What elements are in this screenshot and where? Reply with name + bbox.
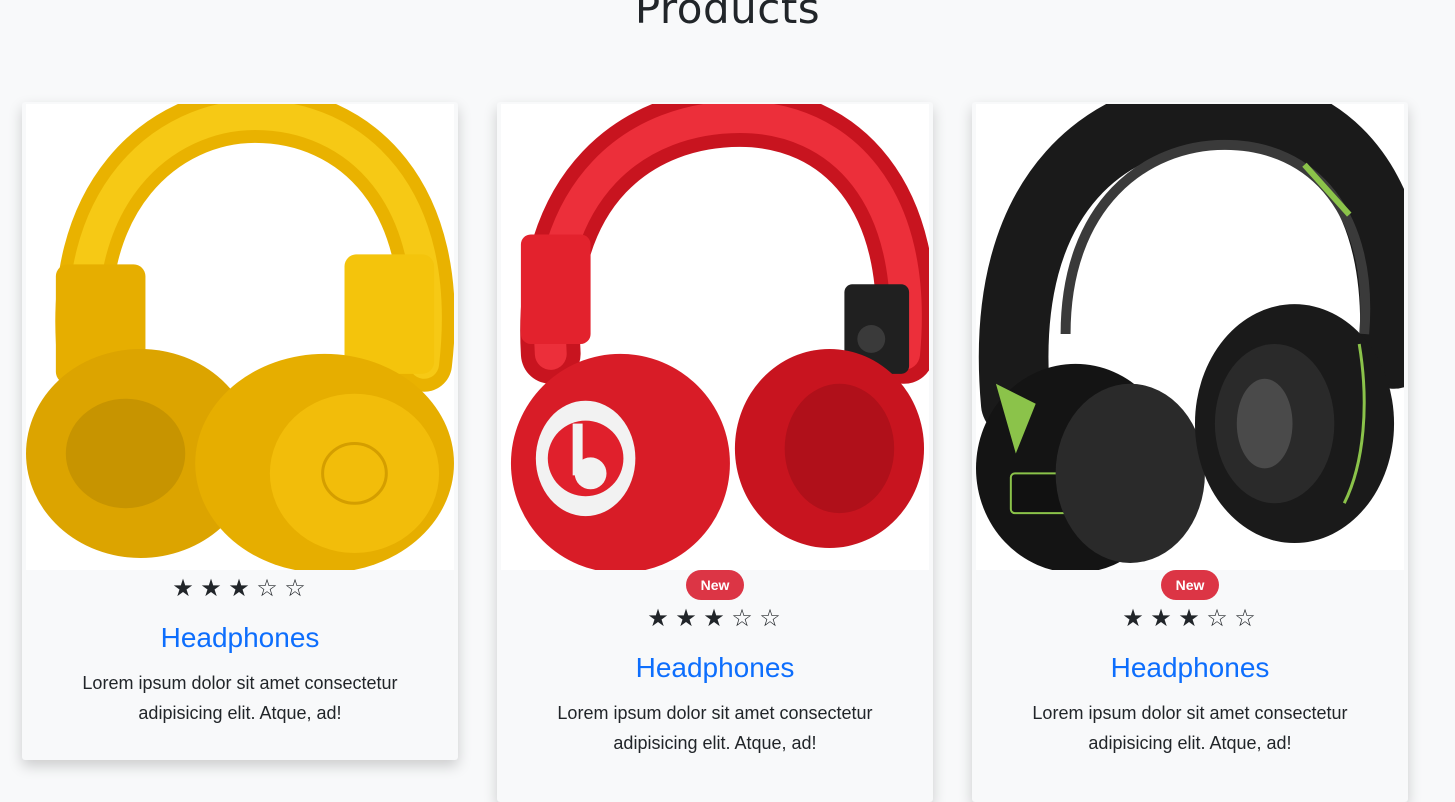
star-filled-icon: ★ [172, 574, 196, 602]
star-empty-icon: ☆ [759, 604, 783, 632]
product-image[interactable] [501, 104, 929, 570]
product-description: Lorem ipsum dolor sit amet consectetur a… [82, 673, 398, 723]
star-filled-icon: ★ [1178, 604, 1202, 632]
headphones-image [510, 104, 929, 570]
product-title-link[interactable]: Headphones [636, 652, 795, 683]
rating-stars: ★ ★ ★ ☆ ☆ [972, 604, 1408, 632]
star-filled-icon: ★ [647, 604, 671, 632]
headphones-image [976, 104, 1404, 570]
star-empty-icon: ☆ [1206, 604, 1230, 632]
product-card: New ★ ★ ★ ☆ ☆ Headphones Lorem ipsum dolor s… [972, 102, 1408, 802]
product-card: ★ ★ ★ ☆ ☆ Headphones Lorem ipsum dolor sit a… [22, 102, 458, 760]
product-description: Lorem ipsum dolor sit amet consectetur a… [557, 703, 873, 753]
product-card: New ★ ★ ★ ☆ ☆ Headphones Lorem ipsum dolor s… [497, 102, 933, 802]
star-filled-icon: ★ [703, 604, 727, 632]
headphones-image [26, 104, 454, 570]
new-badge: New [685, 570, 745, 600]
product-title-link[interactable]: Headphones [161, 622, 320, 653]
star-empty-icon: ☆ [284, 574, 308, 602]
star-empty-icon: ☆ [256, 574, 280, 602]
rating-stars: ★ ★ ★ ☆ ☆ [497, 604, 933, 632]
star-filled-icon: ★ [200, 574, 224, 602]
product-description: Lorem ipsum dolor sit amet consectetur a… [1032, 703, 1348, 753]
star-empty-icon: ☆ [731, 604, 755, 632]
star-filled-icon: ★ [1150, 604, 1174, 632]
new-badge: New [1160, 570, 1220, 600]
star-filled-icon: ★ [228, 574, 252, 602]
page-title: Products [634, 0, 821, 33]
star-empty-icon: ☆ [1234, 604, 1258, 632]
star-filled-icon: ★ [1122, 604, 1146, 632]
product-title[interactable]: Headphones [497, 652, 933, 684]
product-title[interactable]: Headphones [22, 622, 458, 654]
rating-stars: ★ ★ ★ ☆ ☆ [22, 574, 458, 602]
product-image[interactable] [976, 104, 1404, 570]
product-title[interactable]: Headphones [972, 652, 1408, 684]
star-filled-icon: ★ [675, 604, 699, 632]
product-title-link[interactable]: Headphones [1111, 652, 1270, 683]
product-image[interactable] [26, 104, 454, 570]
